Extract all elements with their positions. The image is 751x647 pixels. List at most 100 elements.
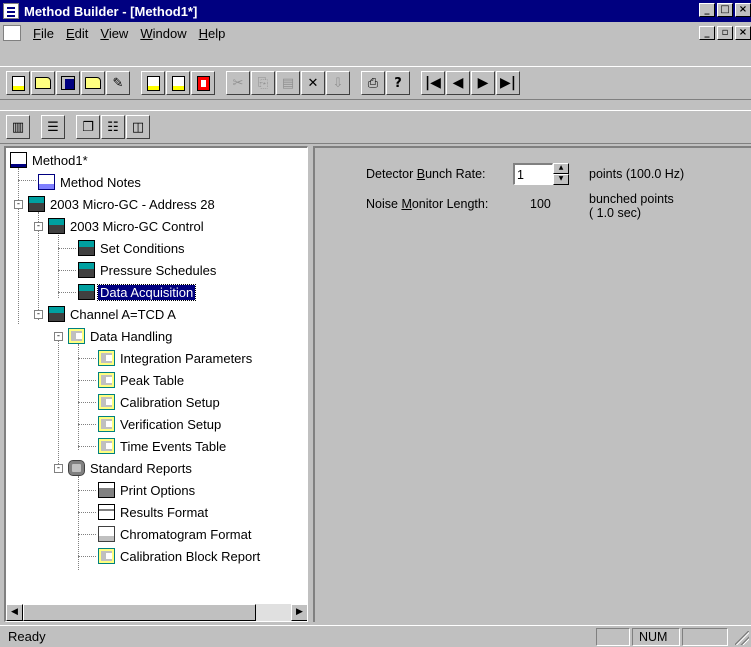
tile-vertical-icon[interactable]: ◫ (126, 115, 150, 139)
notes-icon (38, 174, 55, 190)
delete-method-icon[interactable] (191, 71, 215, 95)
collapse-control-icon[interactable]: - (34, 222, 43, 231)
maximize-button[interactable]: □ (717, 3, 733, 17)
first-icon[interactable]: |◀ (421, 71, 445, 95)
next-icon[interactable]: ▶ (471, 71, 495, 95)
minimize-button[interactable]: _ (699, 3, 715, 17)
copy-icon[interactable]: ⎘ (251, 71, 275, 95)
cascade-icon[interactable]: ❐ (76, 115, 100, 139)
instrument-icon (48, 306, 65, 322)
new-document-icon[interactable] (6, 71, 30, 95)
menu-file[interactable]: File (27, 26, 60, 41)
tree-item-time-events-table[interactable]: Time Events Table (98, 436, 228, 456)
scroll-right-icon[interactable]: ▶ (291, 604, 307, 621)
tile-horizontal-icon[interactable]: ☷ (101, 115, 125, 139)
tree-item-pressure-schedules[interactable]: Pressure Schedules (78, 260, 218, 280)
tree-item-gc-control[interactable]: 2003 Micro-GC Control (48, 216, 206, 236)
scroll-thumb[interactable] (23, 604, 256, 621)
reports-icon (68, 460, 85, 476)
results-icon (98, 504, 115, 520)
tree-item-data-handling[interactable]: Data Handling (68, 326, 174, 346)
tree-item-method[interactable]: Method1* (10, 150, 90, 170)
mdi-minimize-button[interactable]: _ (699, 26, 715, 40)
tree-item-channel-a[interactable]: Channel A=TCD A (48, 304, 178, 324)
data-handling-icon (98, 416, 115, 432)
menu-edit[interactable]: Edit (60, 26, 94, 41)
tree-item-results-format[interactable]: Results Format (98, 502, 210, 522)
status-text: Ready (8, 629, 46, 644)
open-template-icon[interactable] (81, 71, 105, 95)
delete-icon[interactable]: ✕ (301, 71, 325, 95)
open-folder-icon[interactable] (31, 71, 55, 95)
collapse-channel-icon[interactable]: - (34, 310, 43, 319)
data-handling-icon (98, 372, 115, 388)
tree-item-verification-setup[interactable]: Verification Setup (98, 414, 223, 434)
cut-icon[interactable]: ✂ (226, 71, 250, 95)
noise-monitor-unit: bunched points (589, 192, 674, 206)
main-toolbar: ✎ ✂ ⎘ ▤ ✕ ⇩ ⎙ ? |◀ ◀ ▶ ▶| (0, 66, 751, 100)
bunch-rate-input[interactable] (513, 163, 553, 185)
close-button[interactable]: × (735, 3, 751, 17)
spin-down-icon[interactable]: ▼ (553, 174, 569, 185)
collapse-data-handling-icon[interactable]: - (54, 332, 63, 341)
data-handling-icon (98, 350, 115, 366)
status-panel-scroll (682, 628, 728, 646)
split-view-icon[interactable]: ▥ (6, 115, 30, 139)
collapse-gc-icon[interactable]: - (14, 200, 23, 209)
spin-up-icon[interactable]: ▲ (553, 163, 569, 174)
method-icon-2[interactable] (166, 71, 190, 95)
status-panel-caps (596, 628, 630, 646)
method-tree: - - - - - Method1* Method Notes 2003 Mic… (6, 148, 307, 600)
resize-grip-icon[interactable] (735, 631, 749, 645)
tree-item-data-acquisition[interactable]: Data Acquisition (78, 282, 197, 302)
last-icon[interactable]: ▶| (496, 71, 520, 95)
method-tree-pane[interactable]: - - - - - Method1* Method Notes 2003 Mic… (4, 146, 308, 622)
collapse-reports-icon[interactable]: - (54, 464, 63, 473)
status-panel-num: NUM (632, 628, 680, 646)
method-document-icon (10, 152, 27, 168)
tree-item-set-conditions[interactable]: Set Conditions (78, 238, 187, 258)
data-handling-icon (68, 328, 85, 344)
printer-icon (98, 482, 115, 498)
menu-view[interactable]: View (94, 26, 134, 41)
chromatogram-icon (98, 526, 115, 542)
data-acquisition-panel: Detector Bunch Rate: ▲ ▼ points (100.0 H… (313, 146, 751, 622)
tree-item-calibration-setup[interactable]: Calibration Setup (98, 392, 222, 412)
tree-item-standard-reports[interactable]: Standard Reports (68, 458, 194, 478)
tree-item-micro-gc[interactable]: 2003 Micro-GC - Address 28 (28, 194, 217, 214)
status-bar: Ready NUM (0, 625, 751, 647)
method-icon-1[interactable] (141, 71, 165, 95)
tree-item-method-notes[interactable]: Method Notes (38, 172, 143, 192)
data-handling-icon (98, 394, 115, 410)
window-title: Method Builder - [Method1*] (24, 3, 198, 19)
instrument-icon (48, 218, 65, 234)
mdi-restore-button[interactable]: ▫ (717, 26, 733, 40)
tree-item-print-options[interactable]: Print Options (98, 480, 197, 500)
bunch-rate-label: Detector Bunch Rate: (366, 167, 486, 181)
edit-icon[interactable]: ✎ (106, 71, 130, 95)
paste-icon[interactable]: ▤ (276, 71, 300, 95)
bunch-rate-spinner[interactable]: ▲ ▼ (513, 163, 581, 185)
document-icon[interactable] (3, 25, 21, 41)
save-icon[interactable] (56, 71, 80, 95)
noise-monitor-value: 100 (530, 197, 551, 211)
import-icon[interactable]: ⇩ (326, 71, 350, 95)
noise-monitor-label: Noise Monitor Length: (366, 197, 489, 211)
bunch-rate-unit: points (100.0 Hz) (589, 167, 685, 181)
menu-help[interactable]: Help (193, 26, 232, 41)
tree-item-calibration-block-report[interactable]: Calibration Block Report (98, 546, 262, 566)
help-icon[interactable]: ? (386, 71, 410, 95)
tree-item-chromatogram-format[interactable]: Chromatogram Format (98, 524, 253, 544)
menu-bar: File Edit View Window Help _ ▫ × (0, 22, 751, 44)
print-icon[interactable]: ⎙ (361, 71, 385, 95)
tree-view-icon[interactable]: ☰ (41, 115, 65, 139)
tree-item-peak-table[interactable]: Peak Table (98, 370, 186, 390)
data-handling-icon (98, 548, 115, 564)
mdi-close-button[interactable]: × (735, 26, 751, 40)
scroll-left-icon[interactable]: ◀ (6, 604, 23, 621)
menu-window[interactable]: Window (134, 26, 192, 41)
app-icon (3, 3, 19, 19)
previous-icon[interactable]: ◀ (446, 71, 470, 95)
tree-horizontal-scrollbar[interactable]: ◀ ▶ (6, 604, 307, 621)
tree-item-integration-parameters[interactable]: Integration Parameters (98, 348, 254, 368)
